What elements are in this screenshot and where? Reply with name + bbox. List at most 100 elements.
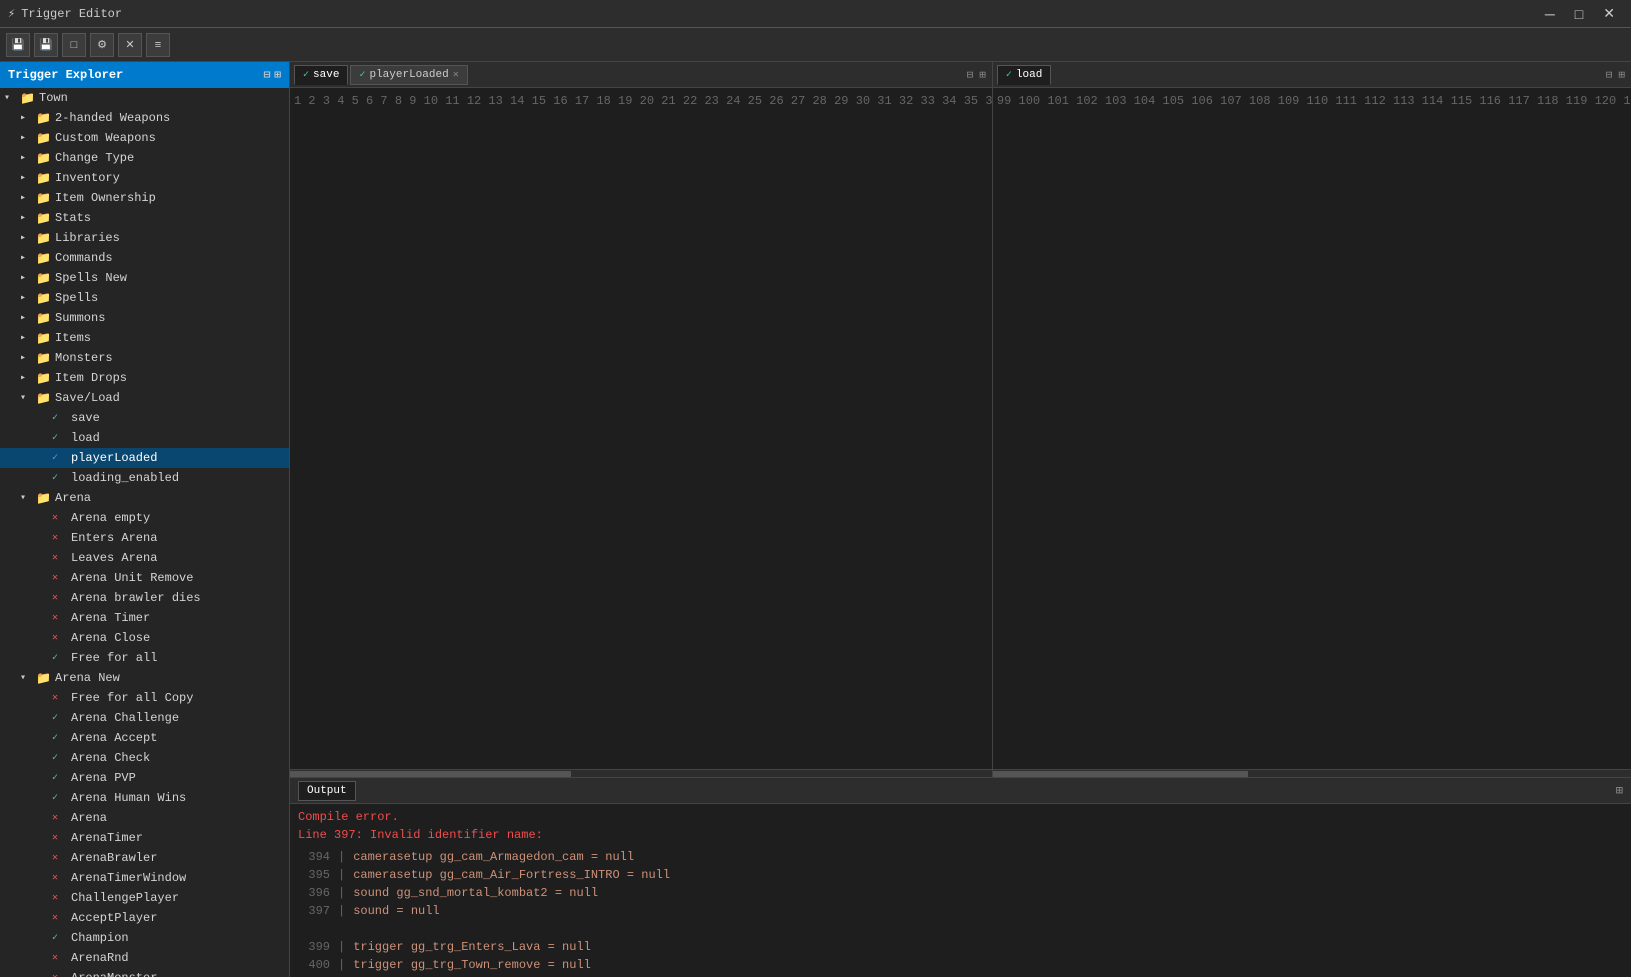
left-h-scroll[interactable] — [290, 769, 992, 777]
toolbar-save2-btn[interactable]: 💾 — [34, 33, 58, 57]
tree-arrow-libraries[interactable]: ▸ — [20, 232, 36, 244]
tab-playerLoaded[interactable]: ✓ playerLoaded ✕ — [350, 65, 467, 85]
output-line: 395| camerasetup gg_cam_Air_Fortress_INT… — [298, 866, 1623, 884]
tree-arrow-item-ownership[interactable]: ▸ — [20, 192, 36, 204]
sidebar-item-save-load[interactable]: ▾📁Save/Load — [0, 388, 289, 408]
sidebar-item-arena-new[interactable]: ▾📁Arena New — [0, 668, 289, 688]
left-h-scroll-thumb[interactable] — [290, 771, 571, 777]
sidebar-item-2handed[interactable]: ▸📁2-handed Weapons — [0, 108, 289, 128]
sidebar-item-arena-unit-remove[interactable]: ✕Arena Unit Remove — [0, 568, 289, 588]
sidebar-item-arenaMonster[interactable]: ✕ArenaMonster — [0, 968, 289, 977]
sidebar-expand-icon[interactable]: ⊞ — [274, 68, 281, 82]
tree-arrow-commands[interactable]: ▸ — [20, 252, 36, 264]
tree-arrow-spells-new[interactable]: ▸ — [20, 272, 36, 284]
title-bar-controls[interactable]: ─ □ ✕ — [1537, 3, 1623, 24]
right-pane-split-icon[interactable]: ⊟ — [1604, 68, 1615, 82]
tree-arrow-spells[interactable]: ▸ — [20, 292, 36, 304]
left-code-area[interactable]: 1 2 3 4 5 6 7 8 9 10 11 12 13 14 15 16 1… — [290, 88, 992, 769]
sidebar-item-arena-accept[interactable]: ✓Arena Accept — [0, 728, 289, 748]
sidebar-item-item-drops[interactable]: ▸📁Item Drops — [0, 368, 289, 388]
sidebar-item-arenaTtimer[interactable]: ✕ArenaTimer — [0, 828, 289, 848]
tab-save-label: save — [313, 69, 339, 81]
tree-arrow-save-load[interactable]: ▾ — [20, 392, 36, 404]
sidebar-item-playerLoaded[interactable]: ✓playerLoaded — [0, 448, 289, 468]
output-tab[interactable]: Output — [298, 781, 356, 801]
sidebar-item-items[interactable]: ▸📁Items — [0, 328, 289, 348]
tree-arrow-town[interactable]: ▾ — [4, 92, 20, 104]
tab-load[interactable]: ✓ load — [997, 65, 1051, 85]
right-code-area[interactable]: 99 100 101 102 103 104 105 106 107 108 1… — [993, 88, 1631, 769]
sidebar-item-arena-human-wins[interactable]: ✓Arena Human Wins — [0, 788, 289, 808]
right-pane-expand-icon[interactable]: ⊞ — [1616, 68, 1627, 82]
sidebar-item-spells-new[interactable]: ▸📁Spells New — [0, 268, 289, 288]
sidebar-item-arena-check[interactable]: ✓Arena Check — [0, 748, 289, 768]
toolbar-new-btn[interactable]: □ — [62, 33, 86, 57]
tab-save[interactable]: ✓ save — [294, 65, 348, 85]
sidebar-item-monsters[interactable]: ▸📁Monsters — [0, 348, 289, 368]
minimize-button[interactable]: ─ — [1537, 3, 1563, 24]
sidebar-item-champion[interactable]: ✓Champion — [0, 928, 289, 948]
sidebar-item-arena-pvp[interactable]: ✓Arena PVP — [0, 768, 289, 788]
sidebar-item-challengePlayer[interactable]: ✕ChallengePlayer — [0, 888, 289, 908]
tree-arrow-item-drops[interactable]: ▸ — [20, 372, 36, 384]
sidebar-item-stats[interactable]: ▸📁Stats — [0, 208, 289, 228]
sidebar-item-libraries[interactable]: ▸📁Libraries — [0, 228, 289, 248]
sidebar-item-spells[interactable]: ▸📁Spells — [0, 288, 289, 308]
sidebar-item-load[interactable]: ✓load — [0, 428, 289, 448]
sidebar-item-summons[interactable]: ▸📁Summons — [0, 308, 289, 328]
toolbar-compile-btn[interactable]: ⚙ — [90, 33, 114, 57]
toolbar-menu-btn[interactable]: ≡ — [146, 33, 170, 57]
sidebar-item-loading_enabled[interactable]: ✓loading_enabled — [0, 468, 289, 488]
sidebar-item-save[interactable]: ✓save — [0, 408, 289, 428]
sidebar-item-item-ownership[interactable]: ▸📁Item Ownership — [0, 188, 289, 208]
sidebar-item-acceptPlayer[interactable]: ✕AcceptPlayer — [0, 908, 289, 928]
tree-arrow-change-type[interactable]: ▸ — [20, 152, 36, 164]
sidebar-item-free-for-all-copy[interactable]: ✕Free for all Copy — [0, 688, 289, 708]
sidebar-item-enters-arena[interactable]: ✕Enters Arena — [0, 528, 289, 548]
tree-label-arenaRnd: ArenaRnd — [71, 951, 129, 965]
output-line: 394| camerasetup gg_cam_Armagedon_cam = … — [298, 848, 1623, 866]
tree-arrow-arena-new[interactable]: ▾ — [20, 672, 36, 684]
sidebar-item-leaves-arena[interactable]: ✕Leaves Arena — [0, 548, 289, 568]
tree-arrow-items[interactable]: ▸ — [20, 332, 36, 344]
sidebar-item-town[interactable]: ▾📁Town — [0, 88, 289, 108]
sidebar-item-inventory[interactable]: ▸📁Inventory — [0, 168, 289, 188]
tree-arrow-2handed[interactable]: ▸ — [20, 112, 36, 124]
tab-playerLoaded-close[interactable]: ✕ — [453, 69, 459, 81]
sidebar-item-arena-challenge[interactable]: ✓Arena Challenge — [0, 708, 289, 728]
sidebar-item-arenaRnd[interactable]: ✕ArenaRnd — [0, 948, 289, 968]
sidebar-item-arena2[interactable]: ✕Arena — [0, 808, 289, 828]
sidebar-item-arena-timer[interactable]: ✕Arena Timer — [0, 608, 289, 628]
tree-arrow-summons[interactable]: ▸ — [20, 312, 36, 324]
maximize-button[interactable]: □ — [1567, 3, 1591, 24]
tree-arrow-inventory[interactable]: ▸ — [20, 172, 36, 184]
sidebar-item-arena-close[interactable]: ✕Arena Close — [0, 628, 289, 648]
tree-label-arenaMonster: ArenaMonster — [71, 971, 157, 977]
tree-arrow-stats[interactable]: ▸ — [20, 212, 36, 224]
left-pane-split-icon[interactable]: ⊟ — [965, 68, 976, 82]
sidebar-item-custom-weapons[interactable]: ▸📁Custom Weapons — [0, 128, 289, 148]
toolbar-save-btn[interactable]: 💾 — [6, 33, 30, 57]
sidebar-item-arena[interactable]: ▾📁Arena — [0, 488, 289, 508]
sidebar-item-arenaBrawler[interactable]: ✕ArenaBrawler — [0, 848, 289, 868]
tree-label-arena-accept: Arena Accept — [71, 731, 157, 745]
sidebar-item-arena-brawler-dies[interactable]: ✕Arena brawler dies — [0, 588, 289, 608]
tree-arrow-arena[interactable]: ▾ — [20, 492, 36, 504]
sidebar-item-change-type[interactable]: ▸📁Change Type — [0, 148, 289, 168]
left-pane-expand-icon[interactable]: ⊞ — [977, 68, 988, 82]
right-h-scroll[interactable] — [993, 769, 1631, 777]
toolbar-test-btn[interactable]: ✕ — [118, 33, 142, 57]
right-h-scroll-thumb[interactable] — [993, 771, 1248, 777]
tree-arrow-monsters[interactable]: ▸ — [20, 352, 36, 364]
close-button[interactable]: ✕ — [1595, 3, 1623, 24]
sidebar-item-arena-empty[interactable]: ✕Arena empty — [0, 508, 289, 528]
sidebar-collapse-icon[interactable]: ⊟ — [264, 68, 271, 82]
tree-label-spells: Spells — [55, 291, 98, 305]
trigger-ok-icon-arena-accept: ✓ — [52, 732, 68, 744]
tree-arrow-custom-weapons[interactable]: ▸ — [20, 132, 36, 144]
sidebar-item-free-for-all[interactable]: ✓Free for all — [0, 648, 289, 668]
output-close-icon[interactable]: ⊞ — [1616, 783, 1623, 798]
sidebar-item-commands[interactable]: ▸📁Commands — [0, 248, 289, 268]
sidebar-item-arenaTimerWindow[interactable]: ✕ArenaTimerWindow — [0, 868, 289, 888]
output-sep: | — [338, 884, 353, 902]
